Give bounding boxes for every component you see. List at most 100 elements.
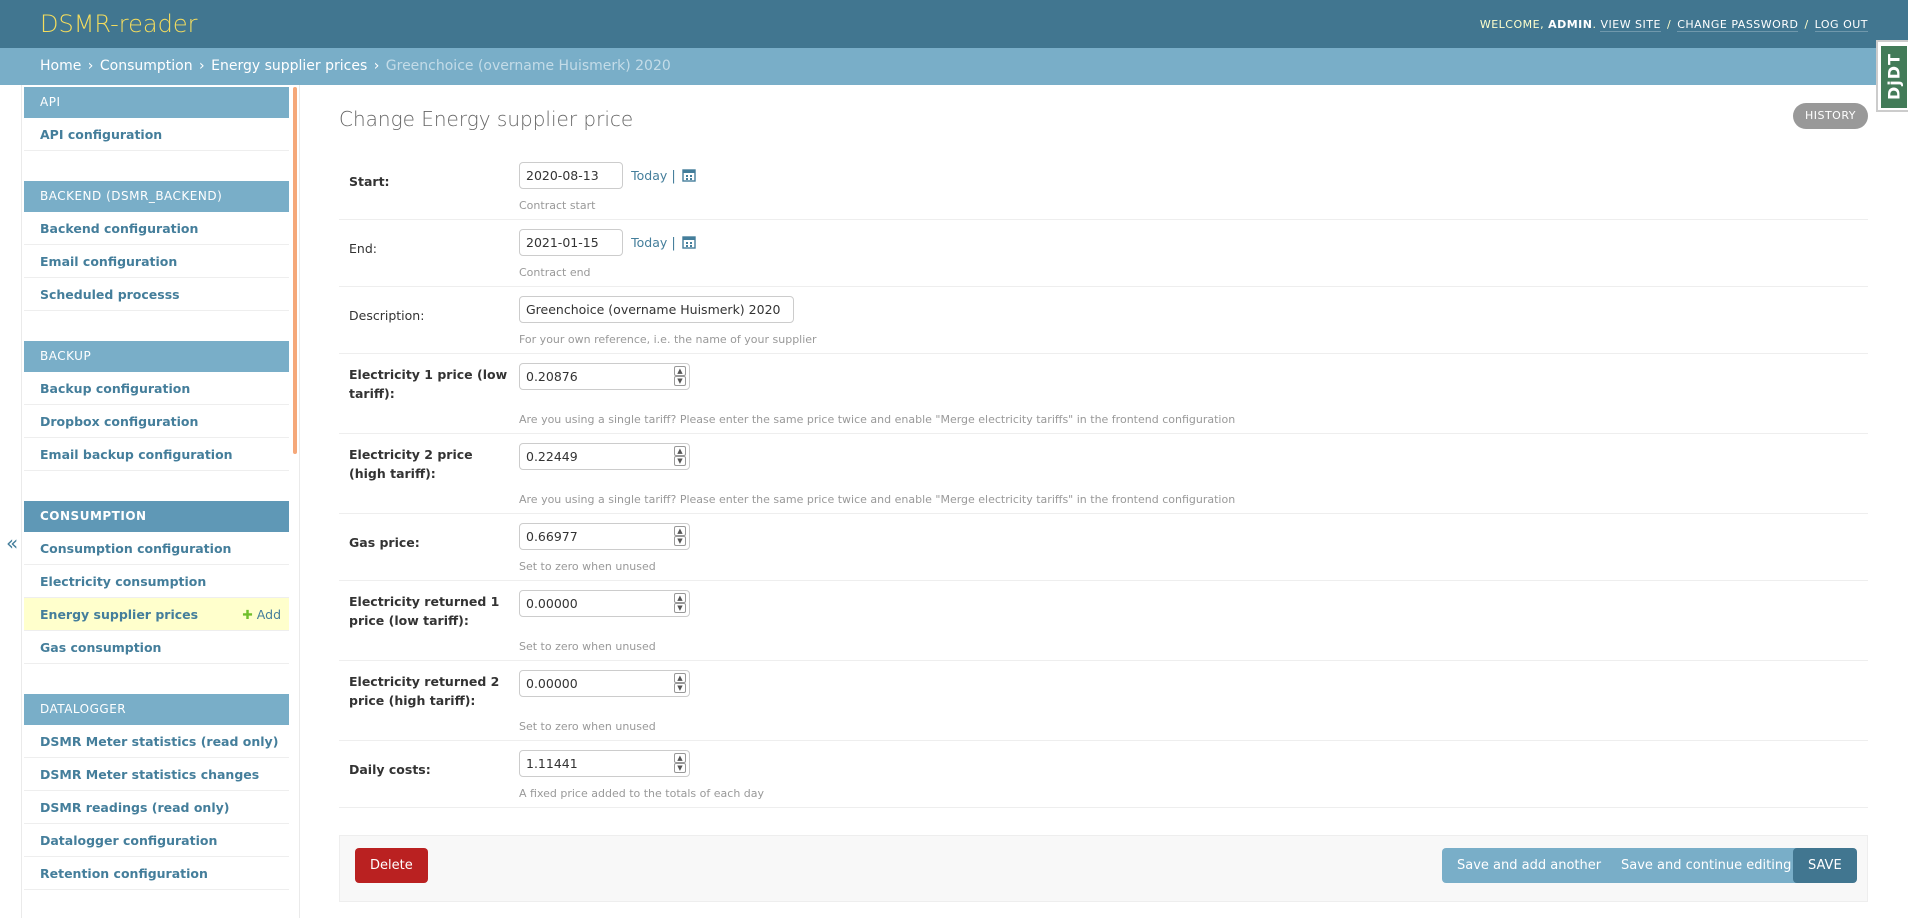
nav-sidebar: API API configuration BACKEND (DSMR_BACK…: [22, 85, 300, 918]
delete-button[interactable]: Delete: [355, 848, 428, 883]
add-energy-supplier-price-link[interactable]: ✚ Add: [242, 598, 281, 631]
welcome-text: WELCOME,: [1479, 18, 1545, 31]
module-consumption: CONSUMPTION Consumption configuration El…: [24, 501, 289, 664]
sidebar-item-email-backup-configuration[interactable]: Email backup configuration: [24, 438, 289, 471]
save-and-continue-button[interactable]: Save and continue editing: [1606, 848, 1807, 883]
sidebar-item-label[interactable]: Email backup configuration: [40, 447, 233, 462]
brand-title[interactable]: DSMR-reader: [40, 10, 197, 38]
returned-2-label: Electricity returned 2 price (high tarif…: [349, 674, 500, 708]
number-spinner[interactable]: ▲ ▼: [674, 446, 686, 466]
sidebar-item-consumption-configuration[interactable]: Consumption configuration: [24, 532, 289, 565]
sidebar-item-label[interactable]: Email configuration: [40, 254, 177, 269]
save-and-add-another-button[interactable]: Save and add another: [1442, 848, 1617, 883]
start-date-field[interactable]: [519, 162, 623, 189]
sidebar-item-label[interactable]: Scheduled processs: [40, 287, 180, 302]
gas-help: Set to zero when unused: [519, 560, 656, 573]
sidebar-item-label[interactable]: Dropbox configuration: [40, 414, 198, 429]
username: ADMIN: [1548, 18, 1593, 31]
form-row-description: Description: For your own reference, i.e…: [339, 287, 1868, 354]
sidebar-item-scheduled-processs[interactable]: Scheduled processs: [24, 278, 289, 311]
number-spinner[interactable]: ▲ ▼: [674, 366, 686, 386]
sidebar-item-gas-consumption[interactable]: Gas consumption: [24, 631, 289, 664]
sidebar-item-energy-supplier-prices[interactable]: Energy supplier prices ✚ Add: [24, 598, 289, 631]
module-caption[interactable]: BACKUP: [24, 341, 289, 372]
module-caption[interactable]: CONSUMPTION: [24, 501, 289, 532]
sidebar-item-dsmr-meter-statistics[interactable]: DSMR Meter statistics (read only): [24, 725, 289, 758]
end-input-group: Today |: [519, 229, 696, 256]
sidebar-item-datalogger-configuration[interactable]: Datalogger configuration: [24, 824, 289, 857]
sidebar-item-api-configuration[interactable]: API configuration: [24, 118, 289, 151]
calendar-icon[interactable]: [682, 168, 696, 182]
plus-icon: ✚: [242, 607, 253, 622]
sidebar-item-dropbox-configuration[interactable]: Dropbox configuration: [24, 405, 289, 438]
sidebar-item-label[interactable]: Backend configuration: [40, 221, 198, 236]
returned-1-price-field[interactable]: [519, 590, 690, 617]
view-site-link[interactable]: VIEW SITE: [1600, 18, 1661, 32]
module-caption[interactable]: DATALOGGER: [24, 694, 289, 725]
sidebar-item-label[interactable]: DSMR Meter statistics (read only): [40, 734, 278, 749]
sidebar-scrollbar[interactable]: [293, 87, 297, 454]
sidebar-item-label[interactable]: DSMR readings (read only): [40, 800, 229, 815]
form-row-start: Start: Today | Contract start: [339, 153, 1868, 220]
end-today-link[interactable]: Today: [631, 235, 667, 250]
form-row-electricity-2: Electricity 2 price (high tariff): ▲▼ Ar…: [339, 434, 1868, 514]
sidebar-item-electricity-consumption[interactable]: Electricity consumption: [24, 565, 289, 598]
save-button[interactable]: SAVE: [1793, 848, 1857, 883]
sidebar-item-retention-configuration[interactable]: Retention configuration: [24, 857, 289, 890]
electricity-1-input-group: ▲▼: [519, 363, 690, 390]
end-label: End:: [349, 241, 377, 256]
header: DSMR-reader WELCOME, ADMIN. VIEW SITE / …: [0, 0, 1908, 48]
page-title: Change Energy supplier price: [339, 107, 634, 131]
sidebar-item-email-configuration[interactable]: Email configuration: [24, 245, 289, 278]
start-label: Start:: [349, 174, 390, 189]
description-field[interactable]: [519, 296, 794, 323]
sidebar-item-label[interactable]: Gas consumption: [40, 640, 161, 655]
breadcrumb-consumption[interactable]: Consumption: [100, 58, 193, 74]
electricity-1-price-field[interactable]: [519, 363, 690, 390]
electricity-2-price-field[interactable]: [519, 443, 690, 470]
sidebar-item-label[interactable]: Datalogger configuration: [40, 833, 217, 848]
module-caption[interactable]: BACKEND (DSMR_BACKEND): [24, 181, 289, 212]
form-row-electricity-1: Electricity 1 price (low tariff): ▲▼ Are…: [339, 354, 1868, 434]
returned-2-price-field[interactable]: [519, 670, 690, 697]
main-content: Change Energy supplier price HISTORY Sta…: [339, 85, 1868, 918]
debug-toolbar-handle[interactable]: DjDT: [1876, 40, 1908, 112]
sidebar-item-backup-configuration[interactable]: Backup configuration: [24, 372, 289, 405]
number-spinner[interactable]: ▲ ▼: [674, 593, 686, 613]
sidebar-item-label[interactable]: Backup configuration: [40, 381, 190, 396]
toggle-nav-sidebar[interactable]: «: [0, 85, 22, 918]
module-api: API API configuration: [24, 87, 289, 151]
number-spinner[interactable]: ▲ ▼: [674, 673, 686, 693]
sidebar-item-label[interactable]: Energy supplier prices: [40, 607, 198, 622]
breadcrumb-home[interactable]: Home: [40, 58, 81, 74]
daily-costs-field[interactable]: [519, 750, 690, 777]
electricity-2-label: Electricity 2 price (high tariff):: [349, 447, 473, 481]
log-out-link[interactable]: LOG OUT: [1814, 18, 1868, 32]
electricity-1-help: Are you using a single tariff? Please en…: [519, 413, 1236, 426]
history-button[interactable]: HISTORY: [1792, 103, 1868, 129]
breadcrumb-model[interactable]: Energy supplier prices: [211, 58, 367, 74]
returned-1-label: Electricity returned 1 price (low tariff…: [349, 594, 500, 628]
sidebar-item-dsmr-meter-statistics-changes[interactable]: DSMR Meter statistics changes: [24, 758, 289, 791]
djdt-label: DjDT: [1881, 46, 1907, 108]
sidebar-item-dsmr-readings[interactable]: DSMR readings (read only): [24, 791, 289, 824]
daily-costs-label: Daily costs:: [349, 762, 431, 777]
sidebar-item-backend-configuration[interactable]: Backend configuration: [24, 212, 289, 245]
start-today-link[interactable]: Today: [631, 168, 667, 183]
module-caption[interactable]: API: [24, 87, 289, 118]
sidebar-item-label[interactable]: DSMR Meter statistics changes: [40, 767, 259, 782]
gas-label: Gas price:: [349, 535, 420, 550]
sidebar-item-label[interactable]: API configuration: [40, 127, 162, 142]
change-password-link[interactable]: CHANGE PASSWORD: [1677, 18, 1799, 32]
gas-price-field[interactable]: [519, 523, 690, 550]
number-spinner[interactable]: ▲ ▼: [674, 526, 686, 546]
number-spinner[interactable]: ▲ ▼: [674, 753, 686, 773]
breadcrumb-current: Greenchoice (overname Huismerk) 2020: [385, 58, 671, 74]
end-date-field[interactable]: [519, 229, 623, 256]
sidebar-item-label[interactable]: Retention configuration: [40, 866, 208, 881]
sidebar-item-label[interactable]: Electricity consumption: [40, 574, 206, 589]
form-row-end: End: Today | Contract end: [339, 220, 1868, 287]
calendar-icon[interactable]: [682, 235, 696, 249]
electricity-2-input-group: ▲▼: [519, 443, 690, 470]
sidebar-item-label[interactable]: Consumption configuration: [40, 541, 231, 556]
